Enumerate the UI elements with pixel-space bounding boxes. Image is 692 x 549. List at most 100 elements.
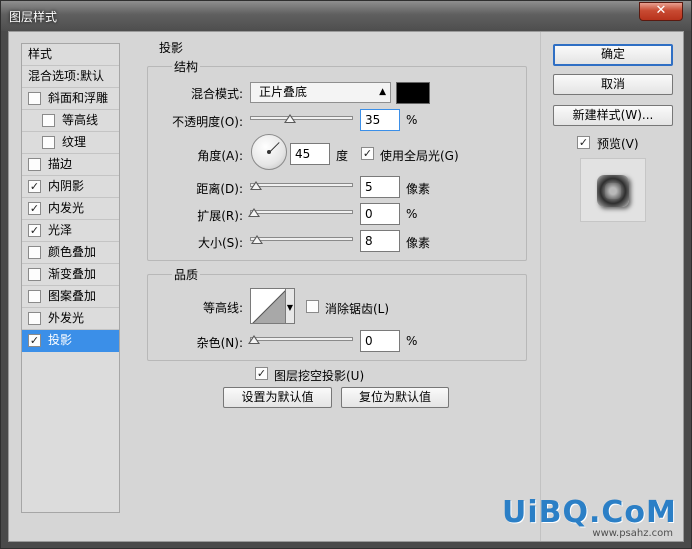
angle-unit: 度 [336,149,349,163]
noise-label: 杂色(N): [196,336,243,350]
distance-unit: 像素 [406,182,431,196]
knockout-checkbox[interactable]: ✓ [255,367,268,380]
inner-shadow-checkbox[interactable]: ✓ [28,180,41,193]
sidebar-item-inner-glow[interactable]: ✓ 内发光 [22,198,119,220]
sidebar-item-label: 内阴影 [48,179,85,193]
color-overlay-checkbox[interactable] [28,246,41,259]
sidebar-item-pattern-overlay[interactable]: 图案叠加 [22,286,119,308]
sidebar-item-color-overlay[interactable]: 颜色叠加 [22,242,119,264]
spread-label: 扩展(R): [197,209,243,223]
sidebar-item-contour[interactable]: 等高线 [22,110,119,132]
contour-label: 等高线: [202,301,243,315]
select-arrows-icon: ▲ [379,87,386,97]
size-slider[interactable] [250,237,353,241]
title-bar[interactable]: 图层样式 ✕ [1,1,691,31]
contour-picker[interactable] [250,288,286,324]
size-slider-thumb[interactable] [251,235,264,244]
make-default-button[interactable]: 设置为默认值 [223,387,332,408]
size-label: 大小(S): [197,236,243,250]
preview-checkbox[interactable]: ✓ [577,136,590,149]
noise-slider[interactable] [250,337,353,341]
preview-thumbnail [597,175,629,207]
panel-divider [540,32,541,541]
angle-dial-center [267,150,271,154]
knockout-label: 图层挖空投影(U) [274,369,365,383]
sidebar-item-blending-options[interactable]: 混合选项:默认 [22,66,119,88]
sidebar-item-label: 斜面和浮雕 [48,91,109,105]
noise-input[interactable]: 0 [360,330,400,352]
section-title: 投影 [159,41,184,55]
opacity-label: 不透明度(O): [172,115,243,129]
sidebar-item-drop-shadow[interactable]: ✓ 投影 [22,330,119,352]
close-button[interactable]: ✕ [639,2,683,21]
sidebar-item-gradient-overlay[interactable]: 渐变叠加 [22,264,119,286]
quality-group-title: 品质 [172,266,201,283]
sidebar-item-label: 渐变叠加 [48,267,97,281]
contour-dropdown-arrow[interactable]: ▼ [286,288,295,324]
antialias-label: 消除锯齿(L) [325,302,390,316]
antialias-checkbox[interactable] [306,300,319,313]
reset-default-button[interactable]: 复位为默认值 [341,387,449,408]
sidebar-item-stroke[interactable]: 描边 [22,154,119,176]
contour-curve-icon [252,290,285,323]
sidebar-item-label: 内发光 [48,201,85,215]
angle-dial[interactable] [251,134,287,170]
outer-glow-checkbox[interactable] [28,312,41,325]
bevel-emboss-checkbox[interactable] [28,92,41,105]
sidebar-item-label: 纹理 [62,135,87,149]
watermark-url: www.psahz.com [592,528,673,539]
opacity-unit: % [406,113,418,127]
styles-sidebar: 样式 混合选项:默认 斜面和浮雕 等高线 纹理 描边 ✓ 内阴影 ✓ 内发光 ✓… [21,43,120,513]
contour-checkbox[interactable] [42,114,55,127]
blend-mode-value: 正片叠底 [259,85,308,99]
distance-slider-thumb[interactable] [250,181,263,190]
texture-checkbox[interactable] [42,136,55,149]
window-title: 图层样式 [9,10,58,24]
sidebar-item-label: 图案叠加 [48,289,97,303]
sidebar-item-satin[interactable]: ✓ 光泽 [22,220,119,242]
sidebar-item-inner-shadow[interactable]: ✓ 内阴影 [22,176,119,198]
opacity-input[interactable]: 35 [360,109,400,131]
size-unit: 像素 [406,236,431,250]
sidebar-item-label: 描边 [48,157,73,171]
noise-slider-thumb[interactable] [248,335,260,344]
gradient-overlay-checkbox[interactable] [28,268,41,281]
shadow-color-swatch[interactable] [396,82,430,104]
structure-group-title: 结构 [172,58,201,75]
blend-mode-label: 混合模式: [190,87,243,101]
sidebar-item-label: 等高线 [62,113,99,127]
spread-unit: % [406,207,418,221]
blend-mode-select[interactable]: 正片叠底 ▲ [250,82,391,103]
cancel-button[interactable]: 取消 [553,74,673,95]
sidebar-item-outer-glow[interactable]: 外发光 [22,308,119,330]
sidebar-item-label: 外发光 [48,311,85,325]
ok-button[interactable]: 确定 [553,44,673,66]
preview-thumbnail-center [605,183,621,199]
global-light-checkbox[interactable]: ✓ [361,147,374,160]
angle-input[interactable]: 45 [290,143,330,165]
spread-slider-thumb[interactable] [248,208,260,217]
global-light-label: 使用全局光(G) [380,149,459,163]
style-preview [580,158,646,222]
opacity-slider[interactable] [250,116,353,120]
layer-style-dialog: 图层样式 ✕ 样式 混合选项:默认 斜面和浮雕 等高线 纹理 描边 ✓ 内阴影 … [0,0,692,549]
sidebar-item-bevel-emboss[interactable]: 斜面和浮雕 [22,88,119,110]
stroke-checkbox[interactable] [28,158,41,171]
spread-input[interactable]: 0 [360,203,400,225]
sidebar-item-label: 混合选项:默认 [28,69,105,83]
drop-shadow-checkbox[interactable]: ✓ [28,334,41,347]
inner-glow-checkbox[interactable]: ✓ [28,202,41,215]
pattern-overlay-checkbox[interactable] [28,290,41,303]
preview-label: 预览(V) [597,137,639,151]
distance-input[interactable]: 5 [360,176,400,198]
sidebar-item-texture[interactable]: 纹理 [22,132,119,154]
satin-checkbox[interactable]: ✓ [28,224,41,237]
sidebar-item-label: 投影 [48,333,73,347]
sidebar-item-label: 颜色叠加 [48,245,97,259]
new-style-button[interactable]: 新建样式(W)... [553,105,673,126]
spread-slider[interactable] [250,210,353,214]
sidebar-item-styles[interactable]: 样式 [22,44,119,66]
opacity-slider-thumb[interactable] [284,114,297,123]
size-input[interactable]: 8 [360,230,400,252]
distance-slider[interactable] [250,183,353,187]
